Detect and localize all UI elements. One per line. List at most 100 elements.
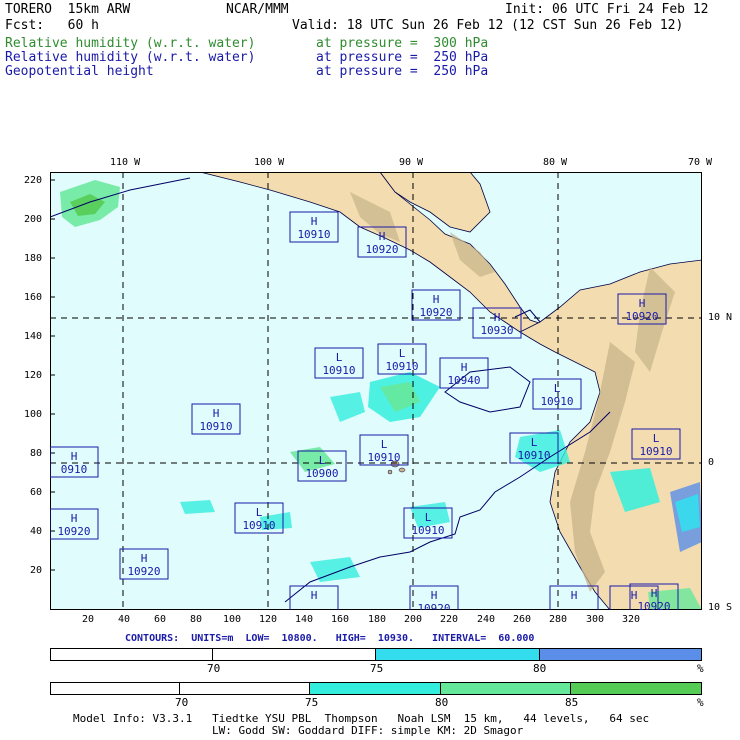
center-type: L	[256, 506, 263, 519]
center-value: 10910	[297, 228, 330, 241]
contour-info: CONTOURS: UNITS=m LOW= 10800. HIGH= 1093…	[125, 633, 535, 644]
center-value: 10910	[639, 445, 672, 458]
x-tick: 220	[440, 614, 459, 625]
x-tick: 120	[259, 614, 278, 625]
y-tick: 60	[30, 487, 43, 498]
center-value: 10910	[517, 449, 550, 462]
x-tick: 240	[477, 614, 496, 625]
x-tick: 80	[190, 614, 203, 625]
center-value: 10910	[540, 395, 573, 408]
lon-label-110w: 110 W	[110, 157, 141, 168]
x-tick: 200	[404, 614, 423, 625]
legend-bar-300hpa	[50, 682, 702, 695]
x-tick: 280	[549, 614, 568, 625]
center-value: 10910	[411, 524, 444, 537]
x-tick: 100	[223, 614, 242, 625]
center-type: H	[311, 589, 318, 602]
center-type: H	[71, 450, 78, 463]
center-value: 10920	[637, 600, 670, 610]
x-tick: 300	[586, 614, 605, 625]
center-value: 10920	[625, 310, 658, 323]
y-tick: 80	[30, 448, 43, 459]
center-value: 10910	[242, 519, 275, 532]
x-tick: 320	[622, 614, 641, 625]
legend-250-label: 75	[370, 662, 384, 675]
center-type: H	[631, 589, 638, 602]
center-type: L	[381, 438, 388, 451]
model-name: TORERO 15km ARW	[5, 2, 131, 17]
lat-label-10n: 10 N	[708, 312, 733, 323]
lat-label-0: 0	[708, 457, 715, 468]
legend-250-unit: %	[697, 662, 704, 675]
y-tick: 20	[30, 565, 43, 576]
center-type: L	[319, 454, 326, 467]
lon-label-70w: 70 W	[688, 157, 713, 168]
legend-swatch	[51, 683, 181, 694]
center-type: H	[213, 407, 220, 420]
center-value: 10910	[199, 420, 232, 433]
x-tick: 140	[295, 614, 314, 625]
org-name: NCAR/MMM	[226, 2, 289, 17]
center-type: H	[494, 311, 501, 324]
x-tick: 20	[82, 614, 95, 625]
center-value: 10920	[57, 525, 90, 538]
legend-300-label: 75	[305, 696, 319, 709]
legend-swatch	[180, 683, 311, 694]
center-type: H	[639, 297, 646, 310]
y-tick: 120	[24, 370, 43, 381]
center-value: 10920	[365, 243, 398, 256]
lon-label-90w: 90 W	[399, 157, 424, 168]
physics-info: LW: Godd SW: Goddard DIFF: simple KM: 2D…	[212, 724, 524, 737]
center-type: L	[399, 347, 406, 360]
lat-label-10s: 10 S	[708, 602, 733, 613]
x-tick: 160	[331, 614, 350, 625]
center-type: L	[425, 511, 432, 524]
lon-label-80w: 80 W	[543, 157, 568, 168]
center-value: 10940	[447, 374, 480, 387]
center-value: 10910	[367, 451, 400, 464]
legend-swatch	[213, 649, 376, 660]
legend-swatch	[539, 649, 701, 660]
legend-300-label: 70	[175, 696, 189, 709]
center-type: H	[651, 587, 658, 600]
legend-swatch	[310, 683, 441, 694]
legend-swatch	[440, 683, 571, 694]
y-tick: 200	[24, 214, 43, 225]
legend-bar-250hpa	[50, 648, 702, 661]
center-value: 10910	[385, 360, 418, 373]
center-value: 10920	[127, 565, 160, 578]
valid-time: Valid: 18 UTC Sun 26 Feb 12 (12 CST Sun …	[292, 18, 684, 33]
center-type: H	[379, 230, 386, 243]
center-value: 10910	[322, 364, 355, 377]
center-type: L	[336, 351, 343, 364]
center-type: L	[554, 382, 561, 395]
y-tick: 100	[24, 409, 43, 420]
x-tick: 260	[513, 614, 532, 625]
center-type: L	[531, 436, 538, 449]
center-type: L	[653, 432, 660, 445]
x-tick: 180	[368, 614, 387, 625]
center-type: H	[431, 589, 438, 602]
y-tick: 160	[24, 292, 43, 303]
center-value: 10900	[305, 467, 338, 480]
x-tick: 40	[118, 614, 131, 625]
field-2-name: Relative humidity (w.r.t. water)	[5, 50, 256, 65]
center-type: H	[433, 293, 440, 306]
y-tick: 180	[24, 253, 43, 264]
field-3-level: at pressure = 250 hPa	[316, 64, 489, 79]
forecast-hour: Fcst: 60 h	[5, 18, 99, 33]
legend-swatch	[51, 649, 214, 660]
y-tick: 220	[24, 175, 43, 186]
y-tick: 40	[30, 526, 43, 537]
center-type: H	[311, 215, 318, 228]
field-1-name: Relative humidity (w.r.t. water)	[5, 36, 256, 51]
weather-map: H10910 H10920H10920 H10930H10920L10910L109…	[50, 172, 702, 610]
center-type: H	[461, 361, 468, 374]
init-time: Init: 06 UTC Fri 24 Feb 12	[505, 2, 709, 17]
field-2-level: at pressure = 250 hPa	[316, 50, 489, 65]
legend-300-label: 80	[435, 696, 449, 709]
center-value: 10920	[419, 306, 452, 319]
x-tick: 60	[154, 614, 167, 625]
lon-label-100w: 100 W	[254, 157, 285, 168]
field-3-name: Geopotential height	[5, 64, 154, 79]
